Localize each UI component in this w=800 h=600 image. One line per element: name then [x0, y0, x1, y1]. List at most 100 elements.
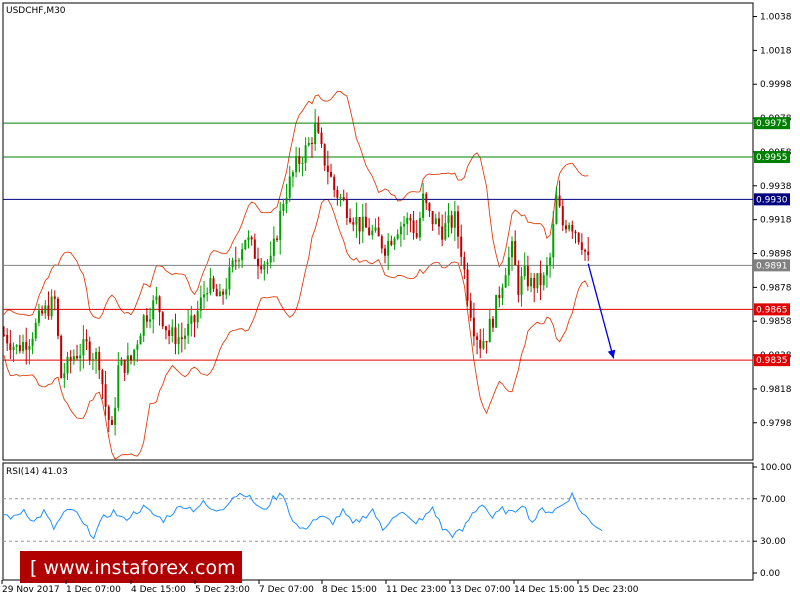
candle-body — [79, 355, 82, 359]
candle-body — [272, 238, 275, 256]
candle-body — [517, 265, 520, 295]
candle-body — [310, 142, 313, 144]
price-tick-label: 1.0038 — [760, 13, 792, 23]
candle-body — [428, 203, 431, 212]
candle-body — [380, 236, 383, 249]
time-tick-label: 5 Dec 23:00 — [195, 585, 250, 595]
candle-body — [139, 335, 142, 345]
candle-body — [212, 278, 215, 289]
candle-body — [209, 278, 212, 294]
candle-body — [41, 310, 44, 314]
time-tick-label: 29 Nov 2017 — [2, 585, 60, 595]
candle-body — [552, 223, 555, 258]
candle-body — [374, 227, 377, 231]
candle-body — [215, 288, 218, 297]
candle-body — [333, 176, 336, 190]
candle-body — [580, 242, 583, 250]
candle-body — [44, 305, 47, 314]
price-tick-label: 0.9818 — [760, 385, 792, 395]
candle-body — [558, 195, 561, 207]
rsi-tick-label: 100.00 — [760, 463, 792, 473]
candle-body — [82, 339, 85, 356]
candle-body — [577, 233, 580, 243]
candle-body — [469, 300, 472, 318]
candle-body — [85, 339, 88, 342]
support-1-badge-label: 0.9865 — [756, 305, 788, 315]
watermark-text: [ www.instaforex.com ] — [30, 557, 249, 579]
price-axis: 1.00381.00180.99980.99780.99580.99380.99… — [753, 13, 792, 429]
candle-body — [393, 238, 396, 245]
candle-body — [203, 294, 206, 298]
candle-body — [206, 293, 209, 295]
candle-body — [536, 273, 539, 289]
candle-body — [482, 341, 485, 349]
candle-body — [257, 258, 259, 267]
price-tick-label: 1.0018 — [760, 46, 792, 56]
candle-body — [72, 356, 75, 361]
candle-body — [371, 230, 374, 235]
candle-body — [31, 338, 34, 346]
candle-body — [491, 318, 494, 328]
time-tick-label: 1 Dec 07:00 — [66, 585, 121, 595]
candle-body — [114, 407, 117, 425]
support-2-badge-label: 0.9835 — [756, 356, 788, 366]
candle-body — [110, 420, 113, 425]
candle-body — [564, 225, 567, 230]
rsi-tick-label: 0.00 — [760, 569, 780, 579]
candle-body — [126, 355, 129, 373]
candle-body — [355, 217, 358, 225]
candle-body — [399, 226, 402, 235]
candle-body — [117, 365, 120, 408]
candle-body — [450, 215, 453, 228]
candle-body — [349, 217, 352, 223]
candle-body — [364, 216, 367, 228]
candle-body — [330, 171, 333, 177]
candle-body — [307, 142, 310, 146]
current-price-badge-label: 0.9891 — [756, 261, 788, 271]
candle-body — [314, 123, 317, 144]
candle-body — [98, 351, 101, 371]
candle-body — [295, 156, 298, 173]
candle-body — [120, 359, 123, 366]
candle-body — [161, 312, 164, 327]
candle-body — [18, 345, 21, 352]
candle-body — [425, 193, 428, 204]
candle-body — [9, 343, 12, 351]
candle-body — [123, 359, 126, 373]
candle-body — [495, 295, 498, 328]
candle-body — [396, 234, 399, 239]
candle-body — [507, 257, 510, 276]
candle-body — [228, 267, 231, 290]
price-tick-label: 0.9998 — [760, 80, 792, 90]
candle-body — [177, 337, 180, 345]
candle-body — [171, 327, 174, 336]
candle-body — [76, 356, 79, 359]
candle-body — [326, 165, 329, 172]
candle-body — [225, 289, 228, 295]
time-tick-label: 13 Dec 07:00 — [450, 585, 511, 595]
candle-body — [260, 266, 263, 270]
rsi-tick-label: 70.00 — [760, 495, 786, 505]
candle-body — [276, 238, 279, 240]
candle-body — [3, 334, 5, 336]
candle-body — [149, 319, 152, 322]
candle-body — [466, 269, 469, 301]
candle-body — [549, 257, 552, 266]
candle-body — [250, 237, 253, 240]
candle-body — [291, 172, 294, 177]
candle-body — [187, 323, 190, 336]
candle-body — [37, 310, 40, 323]
candle-body — [520, 276, 523, 295]
candle-body — [282, 203, 285, 211]
candle-body — [88, 341, 91, 360]
candle-body — [561, 206, 564, 226]
candle-body — [539, 273, 542, 286]
candle-body — [234, 260, 237, 262]
candle-body — [453, 211, 456, 228]
candle-body — [12, 346, 15, 351]
candle-body — [244, 240, 247, 250]
candle-body — [345, 199, 348, 218]
candle-body — [91, 359, 94, 361]
candle-body — [152, 300, 155, 320]
candle-body — [247, 237, 250, 241]
